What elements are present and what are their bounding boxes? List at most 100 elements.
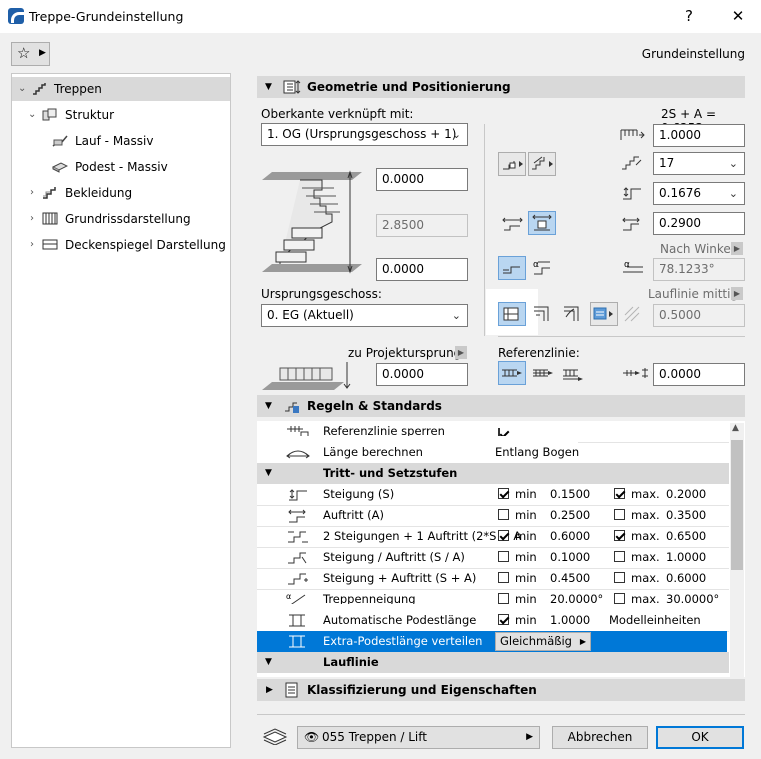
window-title: Treppe-Grundeinstellung	[29, 9, 184, 24]
min-value[interactable]: 0.1500	[550, 484, 590, 505]
risers-value: 17	[659, 156, 675, 170]
list-item[interactable]: Automatische Podestlänge min 1.0000 Mode…	[257, 610, 729, 632]
riser-height-dropdown[interactable]: 0.1676 ⌄	[653, 182, 745, 205]
project-origin-field[interactable]: 0.0000	[376, 363, 468, 386]
floorplan-icon	[42, 212, 58, 225]
max-checkbox[interactable]	[614, 572, 625, 583]
close-button[interactable]: ✕	[727, 6, 749, 26]
stair-type-button[interactable]	[528, 152, 556, 176]
min-value[interactable]: 0.2500	[550, 505, 590, 526]
extra-landing-dropdown[interactable]: Gleichmäßig ▶	[495, 632, 591, 651]
max-checkbox[interactable]	[614, 593, 625, 604]
section-geometrie[interactable]: ▼ Geometrie und Positionierung	[257, 76, 745, 98]
min-checkbox[interactable]	[498, 509, 509, 520]
max-value[interactable]: 1.0000	[666, 547, 706, 568]
min-value[interactable]: 0.1000	[550, 547, 590, 568]
ref-line-offset-field[interactable]: 0.0000	[653, 363, 745, 386]
top-link-dropdown[interactable]: 1. OG (Ursprungsgeschoss + 1) ⌄	[261, 123, 468, 146]
min-label: min	[515, 487, 537, 501]
row-label: Steigung + Auftritt (S + A)	[323, 571, 477, 585]
min-checkbox[interactable]	[498, 530, 509, 541]
help-button[interactable]: ?	[678, 6, 700, 26]
min-checkbox[interactable]	[498, 551, 509, 562]
app-icon	[8, 8, 24, 24]
row-label: Steigung (S)	[323, 487, 395, 501]
height-field[interactable]: 2.8500	[376, 214, 468, 237]
triangle-right-icon[interactable]: ▶	[455, 346, 467, 359]
section-regeln[interactable]: ▼ Regeln & Standards	[257, 395, 745, 417]
max-value[interactable]: 0.6000	[666, 568, 706, 589]
group-header[interactable]: ▼ Lauflinie	[257, 652, 729, 673]
layer-icon	[262, 727, 288, 745]
min-value[interactable]: 0.4500	[550, 568, 590, 589]
angle-field[interactable]: 78.1233°	[653, 258, 745, 281]
max-checkbox[interactable]	[614, 509, 625, 520]
max-value[interactable]: 0.2000	[666, 484, 706, 505]
list-item[interactable]: Länge berechnen Entlang Bogen	[257, 438, 729, 467]
min-value[interactable]: 1.0000	[550, 610, 590, 631]
list-item[interactable]: 2 Steigungen + 1 Auftritt (2*S + A min 0…	[257, 526, 729, 548]
row-label: 2 Steigungen + 1 Auftritt (2*S + A	[323, 529, 522, 543]
tree-item-label: Struktur	[65, 108, 115, 122]
title-bar: Treppe-Grundeinstellung ? ✕	[0, 0, 761, 33]
layer-value: 055 Treppen / Lift	[322, 730, 427, 744]
total-length-field[interactable]: 1.0000	[653, 124, 745, 147]
group-header[interactable]: ▼ Tritt- und Setzstufen	[257, 463, 729, 484]
section-klassifizierung[interactable]: ▶ Klassifizierung und Eigenschaften	[257, 679, 745, 701]
auto-landing-icon	[285, 612, 311, 629]
slope-by-tread-button[interactable]	[498, 256, 526, 280]
finish-icon	[42, 186, 58, 199]
walkline-field[interactable]: 0.5000	[653, 304, 745, 327]
min-checkbox[interactable]	[498, 488, 509, 499]
favorites-button[interactable]: ☆ ▶	[11, 42, 50, 66]
svg-text:α: α	[286, 592, 291, 601]
triangle-right-icon: ▶	[266, 685, 273, 695]
star-icon: ☆	[17, 44, 31, 62]
ok-button[interactable]: OK	[656, 726, 744, 749]
max-checkbox[interactable]	[614, 530, 625, 541]
list-item[interactable]: Extra-Podestlänge verteilen Gleichmäßig …	[257, 631, 727, 653]
tree-item-treppen[interactable]: ⌄ Treppen	[12, 77, 230, 101]
walkline-center-button[interactable]	[498, 302, 526, 326]
section-title: Klassifizierung und Eigenschaften	[307, 683, 537, 697]
home-story-dropdown[interactable]: 0. EG (Aktuell) ⌄	[261, 304, 468, 327]
tree-item-label: Treppen	[54, 82, 102, 96]
chevron-up-icon[interactable]: ▲	[732, 423, 739, 433]
scrollbar-thumb[interactable]	[731, 440, 743, 570]
min-checkbox[interactable]	[498, 614, 509, 625]
min-checkbox[interactable]	[498, 572, 509, 583]
flight-type-button[interactable]	[498, 152, 526, 176]
walkline-custom-button[interactable]	[590, 302, 618, 326]
risers-dropdown[interactable]: 17 ⌄	[653, 152, 745, 175]
min-value[interactable]: 0.6000	[550, 526, 590, 547]
bottom-offset-field[interactable]: 0.0000	[376, 258, 468, 281]
triangle-right-icon[interactable]: ▶	[731, 287, 743, 300]
top-offset-field[interactable]: 0.0000	[376, 168, 468, 191]
tree-item-label: Podest - Massiv	[75, 160, 168, 174]
triangle-right-icon[interactable]: ▶	[731, 242, 743, 255]
top-link-label: Oberkante verknüpft mit:	[261, 107, 414, 121]
chevron-right-icon: ›	[30, 239, 34, 250]
cancel-button[interactable]: Abbrechen	[552, 726, 648, 749]
max-label: max.	[631, 487, 660, 501]
ref-line-label: Referenzlinie:	[498, 346, 580, 360]
row-label: Länge berechnen	[323, 445, 423, 459]
divider	[484, 124, 485, 336]
list-item[interactable]: Steigung / Auftritt (S / A) min 0.1000 m…	[257, 547, 729, 569]
min-checkbox[interactable]	[498, 593, 509, 604]
walkline-left-icon	[530, 303, 556, 325]
row-label: Automatische Podestlänge	[323, 613, 477, 627]
layer-dropdown[interactable]: 👁 055 Treppen / Lift ▶	[297, 726, 540, 749]
list-item[interactable]: Auftritt (A) min 0.2500 max. 0.3500	[257, 505, 729, 527]
width-lock-button[interactable]	[528, 211, 556, 235]
length-calc-value[interactable]: Entlang Bogen	[495, 442, 579, 463]
tread-depth-field[interactable]: 0.2900	[653, 212, 745, 235]
max-value[interactable]: 0.6500	[666, 526, 706, 547]
walkline-curved-icon	[560, 303, 586, 325]
max-checkbox[interactable]	[614, 488, 625, 499]
list-item[interactable]: Steigung (S) min 0.1500 max. 0.2000	[257, 484, 729, 506]
list-item[interactable]: Steigung + Auftritt (S + A) min 0.4500 m…	[257, 568, 729, 590]
ref-line-left-button[interactable]	[498, 361, 526, 385]
max-checkbox[interactable]	[614, 551, 625, 562]
max-value[interactable]: 0.3500	[666, 505, 706, 526]
